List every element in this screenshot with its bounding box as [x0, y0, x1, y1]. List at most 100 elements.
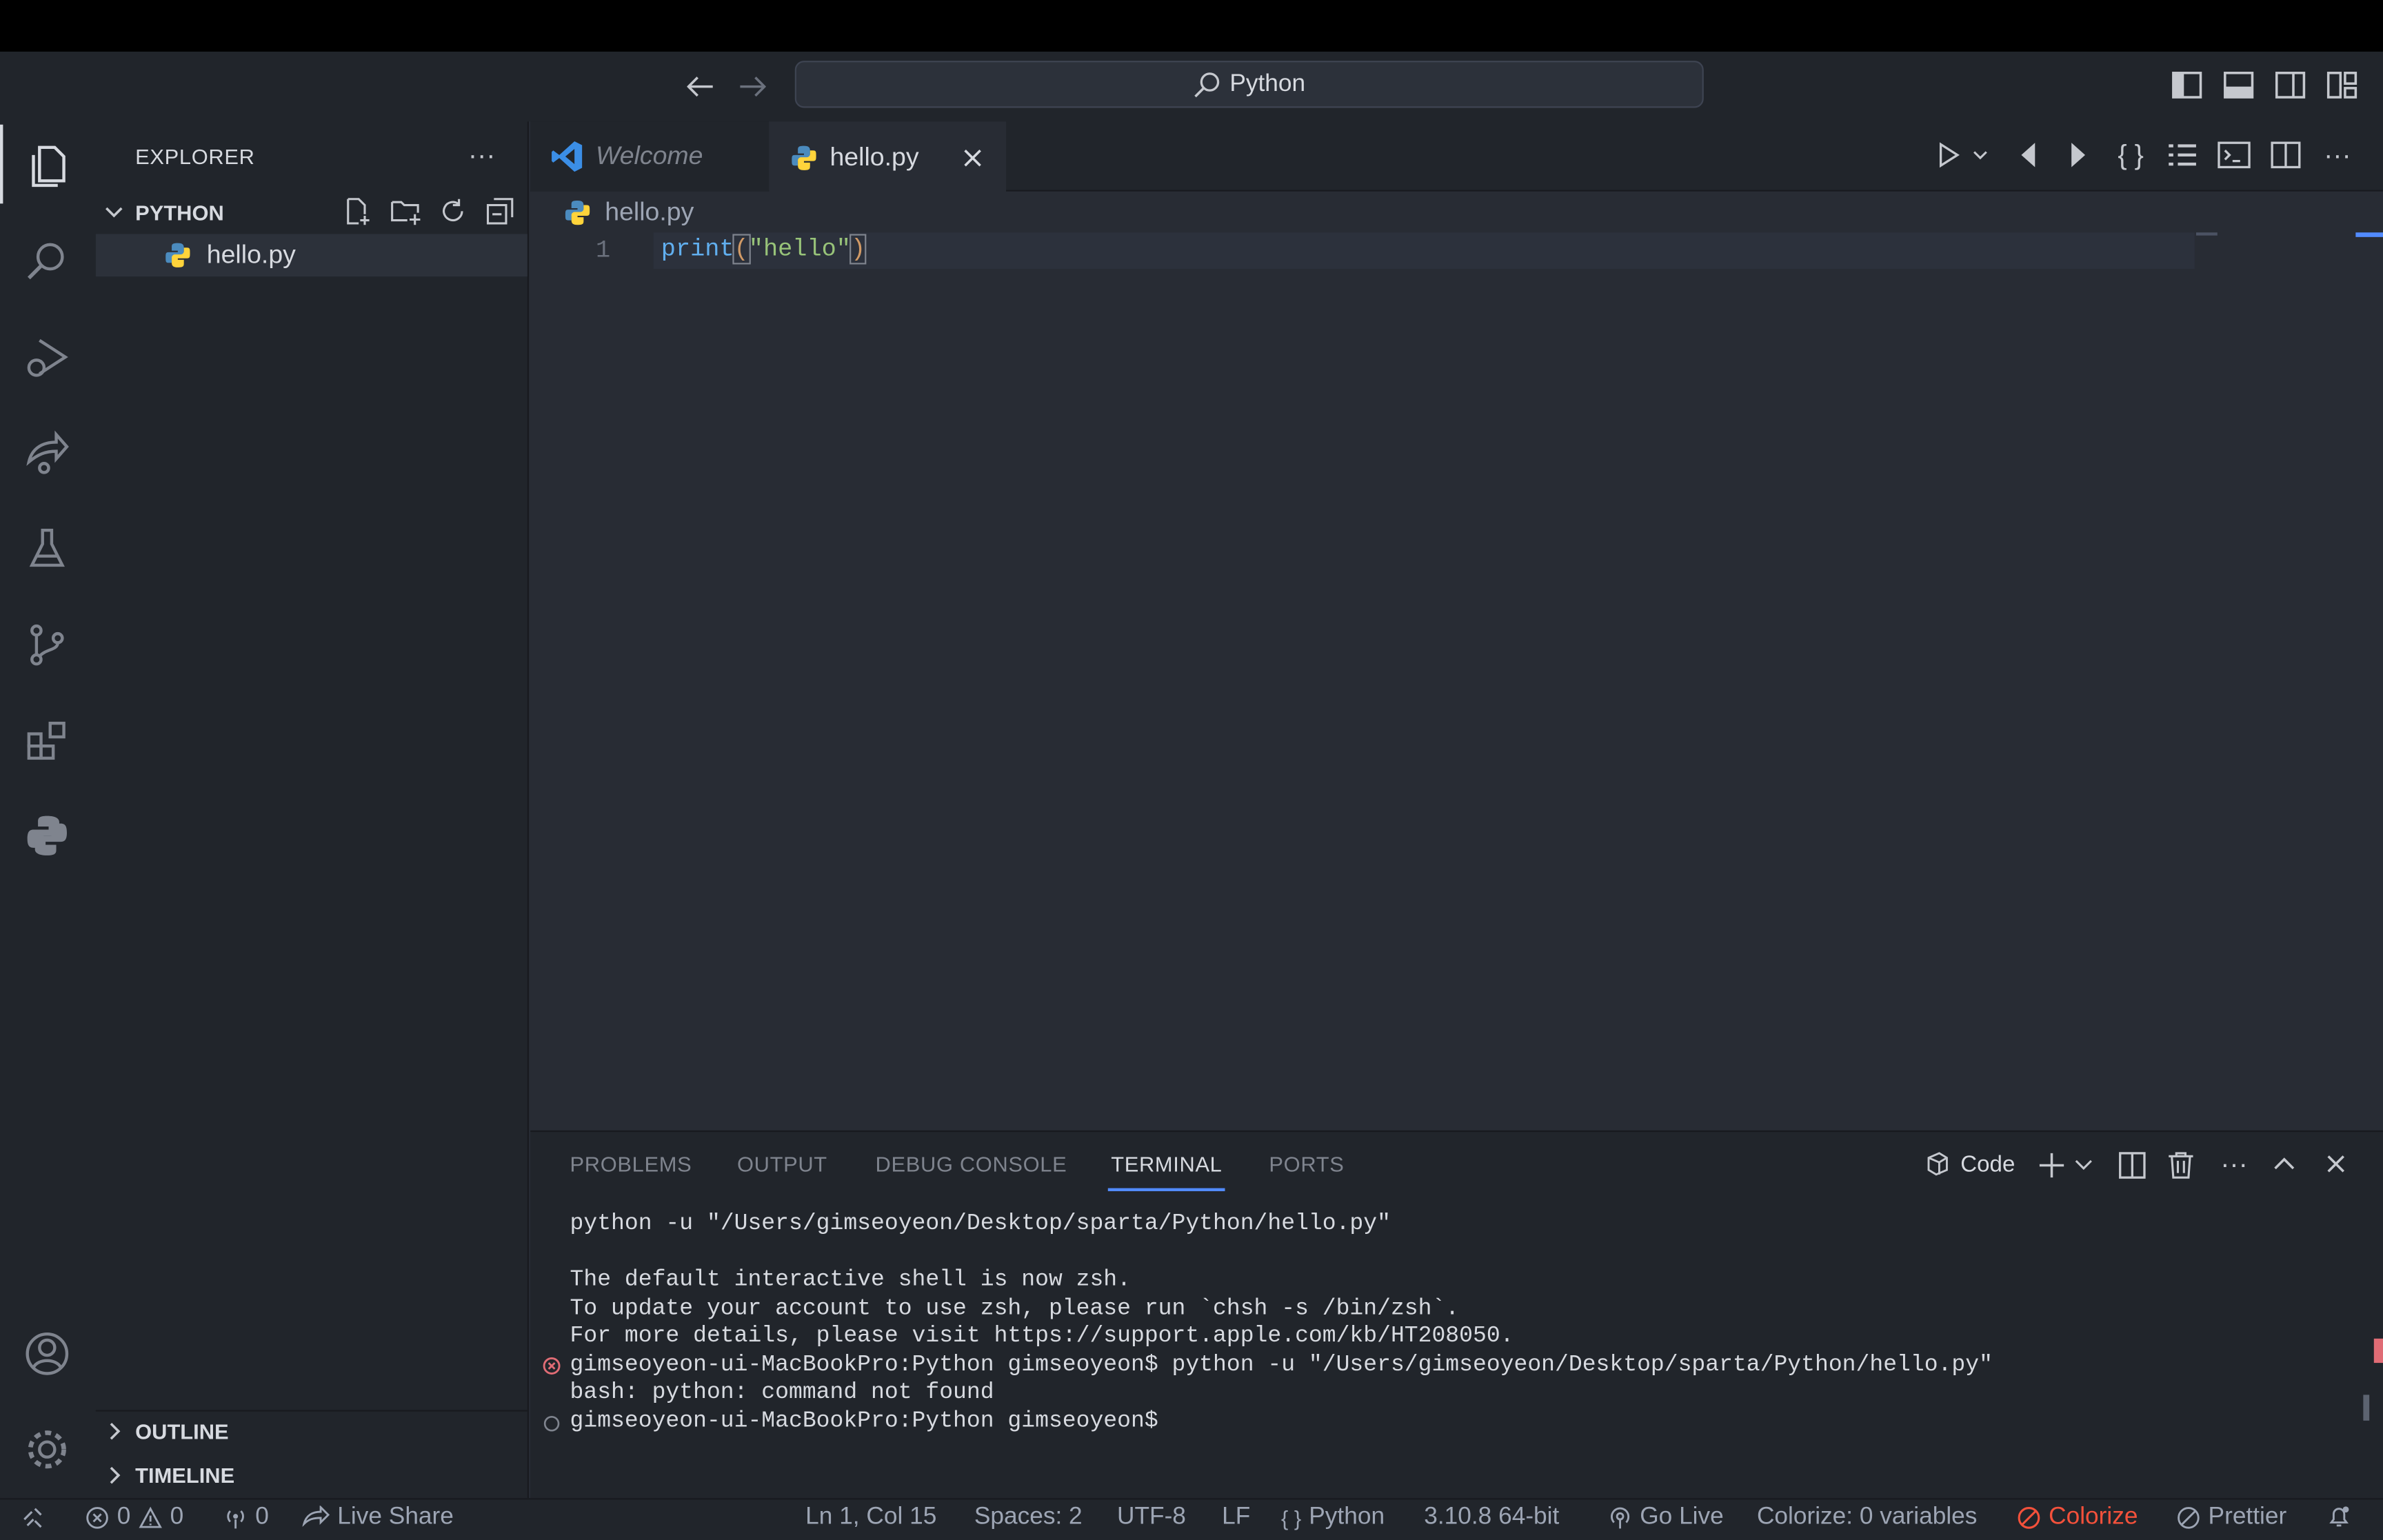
- panel-more-actions-icon[interactable]: ···: [2220, 1148, 2248, 1180]
- folder-title[interactable]: PYTHON: [135, 201, 224, 225]
- file-name[interactable]: hello.py: [207, 240, 296, 270]
- warning-icon: [139, 1506, 162, 1528]
- editor-more-actions-icon[interactable]: ···: [2319, 136, 2355, 173]
- split-editor-icon[interactable]: [2268, 136, 2304, 173]
- maximize-panel-icon[interactable]: [2272, 1153, 2296, 1175]
- file-tree-item[interactable]: [95, 234, 527, 277]
- python-file-icon: [792, 145, 816, 170]
- terminal-error-marker: [2373, 1338, 2383, 1364]
- python-interpreter[interactable]: 3.10.8 64-bit: [1424, 1504, 1559, 1532]
- terminal-line: python -u "/Users/gimseoyeon/Desktop/spa…: [570, 1210, 1391, 1237]
- broadcast-icon: [227, 1510, 244, 1529]
- tab-debug-console[interactable]: DEBUG CONSOLE: [876, 1152, 1067, 1176]
- colorize-toggle[interactable]: Colorize: [2017, 1504, 2138, 1532]
- notifications-bell-icon[interactable]: [2326, 1504, 2351, 1528]
- extensions-icon[interactable]: [18, 711, 76, 769]
- back-arrow-icon[interactable]: [681, 67, 720, 106]
- run-python-file-icon[interactable]: [1930, 136, 1967, 173]
- toggle-secondary-sidebar-icon[interactable]: [2273, 68, 2306, 101]
- command-center-search[interactable]: Python: [794, 61, 1704, 108]
- tab-hello-label: hello.py: [829, 142, 919, 171]
- toggle-panel-icon[interactable]: [2222, 68, 2255, 101]
- search-icon[interactable]: [18, 232, 76, 290]
- tab-output[interactable]: OUTPUT: [737, 1152, 827, 1176]
- explorer-title: EXPLORER: [135, 144, 255, 169]
- go-live[interactable]: Go Live: [1608, 1504, 1724, 1532]
- live-share-status[interactable]: Live Share: [302, 1504, 454, 1532]
- minimap[interactable]: [2195, 232, 2218, 236]
- run-dropdown-chevron-icon[interactable]: [1965, 136, 1995, 173]
- braces-icon: { }: [1281, 1506, 1302, 1530]
- terminal-dropdown-chevron-icon[interactable]: [2073, 1156, 2094, 1174]
- terminal-scrollbar[interactable]: [2363, 1395, 2370, 1421]
- accounts-icon[interactable]: [18, 1325, 76, 1383]
- close-icon[interactable]: [961, 147, 983, 168]
- editor-area[interactable]: [530, 191, 2383, 1131]
- colorize-variables[interactable]: Colorize: 0 variables: [1757, 1504, 1977, 1532]
- cursor-position[interactable]: Ln 1, Col 15: [805, 1504, 936, 1532]
- collapse-all-icon[interactable]: [485, 196, 515, 226]
- chevron-right-icon[interactable]: [106, 1421, 124, 1442]
- forward-arrow-icon[interactable]: [732, 67, 772, 106]
- outline-section[interactable]: OUTLINE: [135, 1419, 228, 1443]
- run-and-debug-icon[interactable]: [18, 328, 76, 386]
- problems-indicator[interactable]: 0 0: [85, 1504, 183, 1532]
- no-entry-icon: [2178, 1507, 2200, 1529]
- source-control-icon[interactable]: [18, 616, 76, 673]
- tab-terminal[interactable]: TERMINAL: [1111, 1152, 1222, 1176]
- remote-indicator-icon[interactable]: [21, 1504, 46, 1528]
- command-error-icon[interactable]: [543, 1357, 561, 1375]
- tab-welcome[interactable]: Welcome: [530, 121, 770, 192]
- python-file-icon: [164, 241, 192, 269]
- customize-layout-icon[interactable]: [2325, 68, 2358, 101]
- terminal-selector[interactable]: Code: [1924, 1151, 2015, 1178]
- python-file-icon: [564, 199, 592, 227]
- terminal-line: For more details, please visit https://s…: [570, 1323, 1514, 1350]
- more-actions-icon[interactable]: ···: [468, 140, 496, 172]
- settings-gear-icon[interactable]: [18, 1421, 76, 1479]
- tab-hello-py[interactable]: hello.py: [769, 121, 1007, 193]
- colorize-label: Colorize: [2049, 1504, 2138, 1530]
- command-pending-icon[interactable]: [543, 1415, 561, 1432]
- new-file-icon[interactable]: [342, 196, 372, 226]
- encoding[interactable]: UTF-8: [1117, 1504, 1186, 1532]
- new-terminal-icon[interactable]: [2036, 1151, 2067, 1181]
- trash-icon[interactable]: [2167, 1151, 2195, 1181]
- refresh-icon[interactable]: [438, 196, 468, 226]
- language-mode[interactable]: { } Python: [1281, 1504, 1385, 1532]
- list-icon[interactable]: [2164, 136, 2201, 173]
- go-live-label: Go Live: [1640, 1504, 1724, 1530]
- timeline-section[interactable]: TIMELINE: [135, 1463, 234, 1488]
- overview-ruler-cursor: [2355, 232, 2383, 237]
- chevron-right-icon[interactable]: [106, 1465, 124, 1486]
- live-share-label: Live Share: [337, 1504, 454, 1530]
- braces-icon[interactable]: { }: [2113, 136, 2149, 173]
- breadcrumb[interactable]: hello.py: [605, 198, 694, 228]
- tab-ports[interactable]: PORTS: [1269, 1152, 1344, 1176]
- toggle-primary-sidebar-icon[interactable]: [2170, 68, 2203, 101]
- terminal-icon[interactable]: [2216, 136, 2253, 173]
- split-terminal-icon[interactable]: [2117, 1151, 2147, 1181]
- live-share-icon[interactable]: [18, 424, 76, 482]
- new-folder-icon[interactable]: [389, 196, 422, 226]
- testing-icon[interactable]: [18, 520, 76, 578]
- current-line-highlight: [653, 232, 2195, 270]
- explorer-icon[interactable]: [18, 136, 76, 194]
- code-line[interactable]: print("hello"): [661, 234, 867, 265]
- python-icon[interactable]: [18, 807, 76, 864]
- end-of-line[interactable]: LF: [1222, 1504, 1250, 1532]
- code-function: print: [661, 235, 734, 263]
- close-panel-icon[interactable]: [2325, 1153, 2346, 1175]
- previous-change-icon[interactable]: [2009, 136, 2046, 173]
- live-share-icon: [302, 1506, 330, 1527]
- code-paren-open: (: [732, 234, 750, 265]
- code-paren-close: ): [849, 234, 867, 265]
- tab-problems[interactable]: PROBLEMS: [570, 1152, 692, 1176]
- prettier-status[interactable]: Prettier: [2176, 1504, 2286, 1532]
- chevron-down-icon[interactable]: [103, 202, 125, 223]
- indentation[interactable]: Spaces: 2: [974, 1504, 1083, 1532]
- ports-indicator[interactable]: 0: [223, 1504, 269, 1532]
- code-string: "hello": [748, 235, 851, 263]
- line-number: 1: [596, 236, 611, 265]
- next-change-icon[interactable]: [2061, 136, 2098, 173]
